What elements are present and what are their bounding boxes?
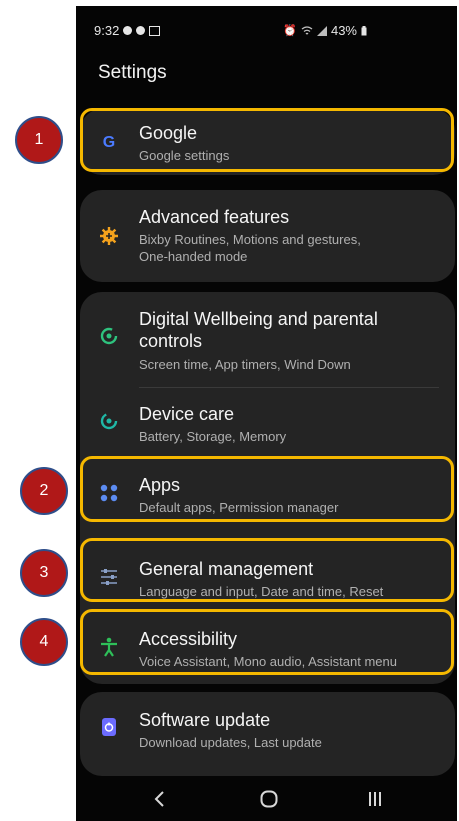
recent-apps-button[interactable] <box>367 791 383 807</box>
navigation-bar <box>76 776 457 821</box>
item-label: Device care <box>139 404 235 424</box>
home-button[interactable] <box>260 790 278 808</box>
annotation-badge-3: 3 <box>20 549 68 597</box>
item-label-line-2: controls <box>139 331 203 351</box>
settings-item-device-care[interactable]: Device care Battery, Storage, Memory <box>80 392 455 452</box>
highlight-apps <box>80 456 454 522</box>
page-title: Settings <box>98 62 167 83</box>
item-subtitle-line-2: One-handed mode <box>139 249 248 264</box>
alarm-icon: ⏰ <box>283 25 297 37</box>
signal-icon <box>316 25 327 36</box>
device-care-icon <box>98 410 120 432</box>
wifi-icon <box>301 25 313 34</box>
status-time: 9:32 <box>94 23 120 38</box>
back-button[interactable] <box>154 791 166 807</box>
chat-notification-icon <box>136 26 146 35</box>
annotation-number: 1 <box>34 131 44 148</box>
item-label: Digital Wellbeing and parental <box>139 309 378 329</box>
card-software-update: Software update Download updates, Last u… <box>80 692 455 776</box>
card-advanced-features: Advanced features Bixby Routines, Motion… <box>80 190 455 282</box>
item-label: Software update <box>139 710 271 730</box>
item-label: Advanced features <box>139 207 290 227</box>
settings-item-software-update[interactable]: Software update Download updates, Last u… <box>80 692 455 776</box>
battery-icon <box>361 25 367 35</box>
annotation-number: 3 <box>39 564 49 581</box>
battery-level: 43% <box>330 23 357 38</box>
annotation-number: 4 <box>39 633 49 650</box>
wellbeing-icon <box>98 325 120 347</box>
item-subtitle: Bixby Routines, Motions and gestures, <box>139 232 361 247</box>
item-subtitle: Screen time, App timers, Wind Down <box>139 357 351 372</box>
status-bar: 9:32 ⏰ 43% <box>76 6 457 46</box>
messenger-notification-icon <box>123 26 133 35</box>
settings-item-digital-wellbeing[interactable]: Digital Wellbeing and parental controls … <box>80 292 455 380</box>
divider <box>139 387 439 388</box>
software-update-icon <box>98 716 120 738</box>
annotation-badge-4: 4 <box>20 618 68 666</box>
annotation-number: 2 <box>39 482 49 499</box>
highlight-accessibility <box>80 609 454 675</box>
annotation-badge-1: 1 <box>15 116 63 164</box>
highlight-general-management <box>80 538 454 602</box>
item-subtitle: Battery, Storage, Memory <box>139 429 287 444</box>
gear-plus-icon <box>98 225 120 247</box>
image-notification-icon <box>149 25 161 36</box>
settings-item-advanced-features[interactable]: Advanced features Bixby Routines, Motion… <box>80 190 455 282</box>
highlight-google <box>80 108 454 172</box>
item-subtitle: Download updates, Last update <box>139 735 322 750</box>
annotation-badge-2: 2 <box>20 467 68 515</box>
